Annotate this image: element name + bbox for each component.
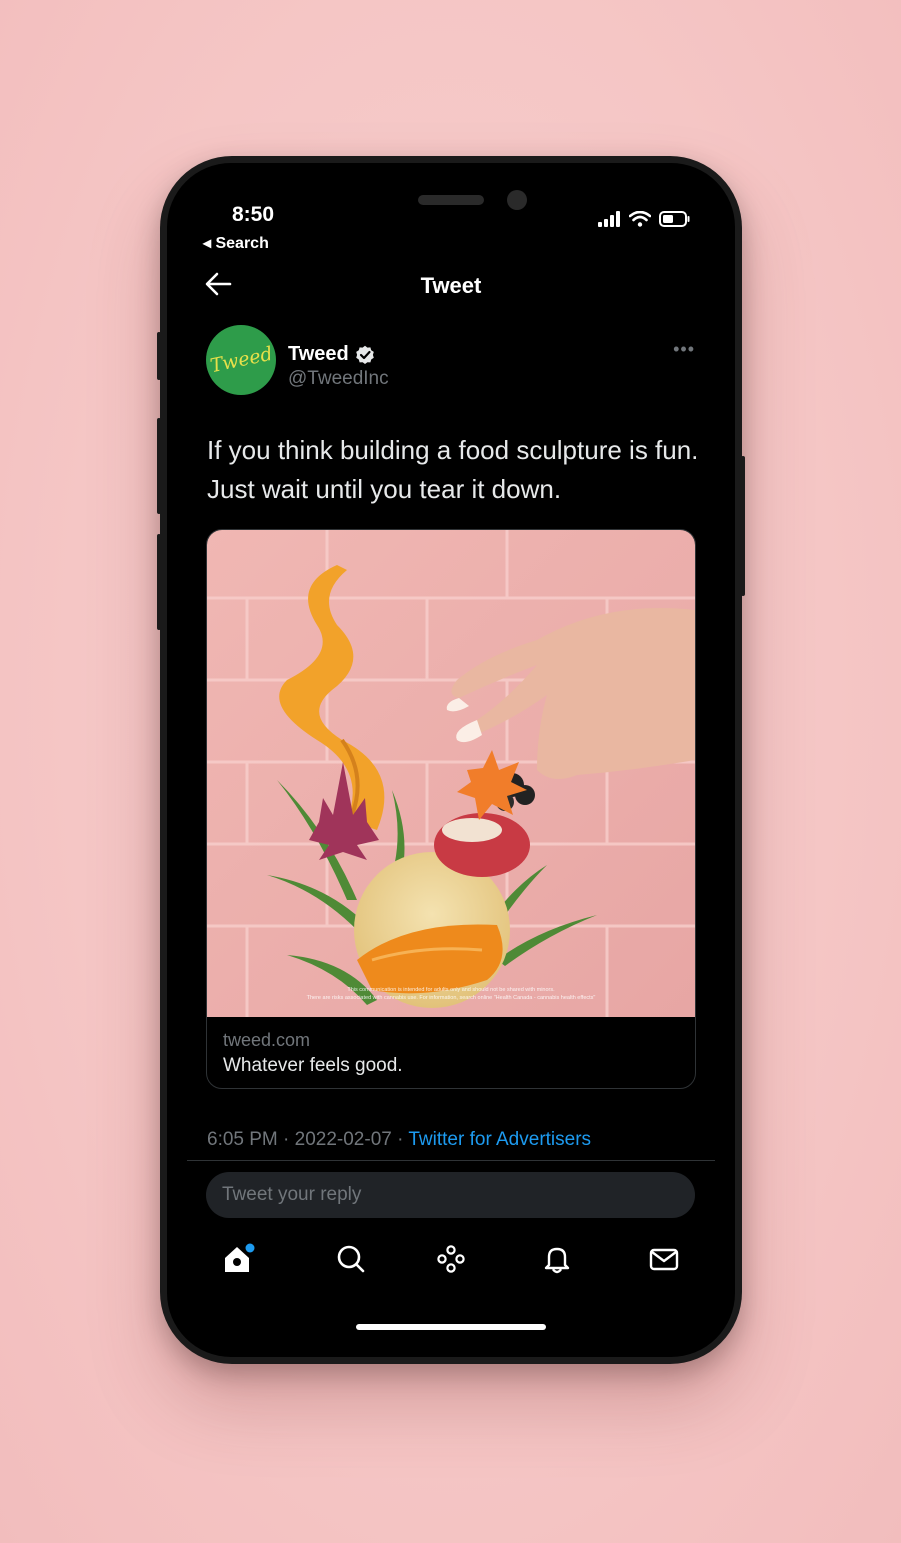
verified-badge-icon — [355, 345, 374, 364]
volume-down-button — [157, 534, 161, 630]
disclaimer-line-1: This communication is intended for adult… — [347, 987, 555, 993]
tab-notifications[interactable] — [537, 1239, 577, 1279]
tab-home[interactable] — [218, 1239, 258, 1279]
mute-switch — [157, 332, 161, 380]
speaker — [418, 195, 484, 205]
tab-bar — [167, 1239, 735, 1289]
notifications-icon — [544, 1247, 570, 1274]
tab-search[interactable] — [331, 1239, 371, 1279]
tweet-header: Tweet — [167, 251, 735, 309]
screen: 8:50 ◂ Search Tweet Tweed Tweed @TweedIn… — [167, 163, 735, 1357]
home-indicator[interactable] — [356, 1324, 546, 1330]
tweet-text: If you think building a food sculpture i… — [207, 435, 699, 504]
search-icon — [337, 1245, 365, 1273]
power-button — [741, 456, 745, 596]
card-title: Whatever feels good. — [223, 1055, 403, 1076]
reply-placeholder: Tweet your reply — [222, 1184, 362, 1205]
spaces-icon — [437, 1245, 465, 1273]
signal-icon — [598, 211, 620, 227]
disclaimer-line-2: There are risks associated with cannabis… — [307, 995, 596, 1001]
author-name-text: Tweed — [288, 343, 349, 365]
card-domain: tweed.com — [223, 1030, 311, 1050]
status-icons — [597, 211, 691, 227]
reply-input[interactable]: Tweet your reply — [206, 1172, 695, 1218]
status-time: 8:50 — [232, 203, 275, 226]
tweet-meta: 6:05 PM · 2022-02-07 · Twitter for Adver… — [207, 1129, 591, 1151]
volume-up-button — [157, 418, 161, 514]
tweet-timestamp: 6:05 PM · 2022-02-07 · — [207, 1129, 409, 1150]
messages-icon — [649, 1248, 679, 1271]
front-camera — [507, 190, 527, 210]
wifi-icon — [629, 211, 651, 227]
tweet-source-link[interactable]: Twitter for Advertisers — [408, 1129, 591, 1150]
phone-frame: 8:50 ◂ Search Tweet Tweed Tweed @TweedIn… — [157, 156, 745, 1364]
author-name[interactable]: Tweed — [288, 343, 375, 366]
page-title: Tweet — [420, 273, 482, 298]
tab-spaces[interactable] — [431, 1239, 471, 1279]
home-icon — [225, 1243, 255, 1272]
back-to-app-link[interactable]: ◂ Search — [203, 233, 269, 253]
author-handle[interactable]: @TweedInc — [288, 368, 389, 390]
more-options-icon[interactable]: ••• — [673, 339, 695, 360]
battery-icon — [659, 211, 690, 227]
card-image: This communication is intended for adult… — [207, 530, 695, 1017]
avatar[interactable]: Tweed — [206, 325, 276, 395]
avatar-logo-text: Tweed — [207, 342, 275, 378]
link-card[interactable]: This communication is intended for adult… — [206, 529, 696, 1089]
tab-messages[interactable] — [644, 1239, 684, 1279]
divider — [187, 1160, 715, 1161]
